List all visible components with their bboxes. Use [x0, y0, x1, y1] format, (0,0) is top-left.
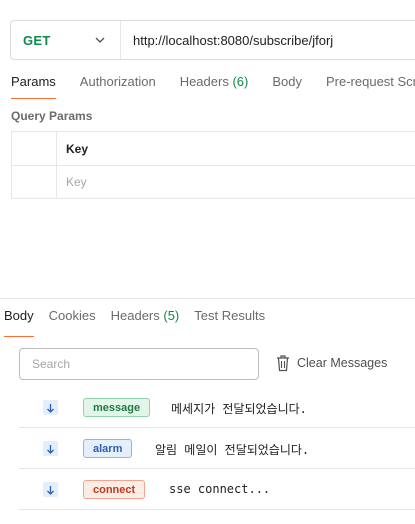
headers-count: (6)	[232, 74, 249, 89]
tab-response-headers[interactable]: Headers (5)	[111, 308, 180, 329]
key-column-header: Key	[66, 141, 89, 156]
tab-label: Test Results	[194, 308, 266, 323]
list-item[interactable]: alarm 알림 메일이 전달되었습니다.	[19, 428, 415, 469]
event-badge-connect: connect	[83, 480, 146, 499]
message-list: message 메세지가 전달되었습니다. alarm 알림 메일이 전달되었습…	[19, 387, 415, 510]
tab-body[interactable]: Body	[272, 74, 302, 95]
tab-cookies[interactable]: Cookies	[49, 308, 96, 329]
clear-messages-button[interactable]: Clear Messages	[276, 354, 387, 372]
tab-headers[interactable]: Headers (6)	[180, 74, 249, 95]
tab-label: Authorization	[79, 74, 156, 89]
tab-label: Params	[11, 74, 56, 89]
url-input[interactable]: http://localhost:8080/subscribe/jforj	[121, 33, 333, 48]
message-text: 알림 메일이 전달되었습니다.	[155, 443, 310, 457]
clear-messages-label: Clear Messages	[297, 356, 388, 370]
trash-icon	[276, 354, 290, 372]
list-item[interactable]: message 메세지가 전달되었습니다.	[19, 387, 415, 428]
response-tabs: Body Cookies Headers (5) Test Results	[4, 308, 280, 337]
event-badge-alarm: alarm	[83, 439, 133, 458]
tab-label: Cookies	[48, 308, 96, 323]
method-label: GET	[23, 32, 51, 48]
tab-label: Body	[4, 308, 34, 323]
response-headers-count: (5)	[163, 308, 180, 323]
tab-label: Pre-request Scr	[325, 74, 415, 89]
tab-test-results[interactable]: Test Results	[194, 308, 265, 329]
tab-label: Headers	[110, 308, 160, 323]
arrow-down-icon	[43, 441, 58, 456]
event-badge-message: message	[83, 398, 151, 417]
tab-pre-request-script[interactable]: Pre-request Scr	[326, 74, 415, 95]
search-input[interactable]	[19, 348, 259, 380]
query-params-table: Key Key	[11, 131, 415, 199]
tab-label: Body	[272, 74, 302, 89]
request-url-bar: GET http://localhost:8080/subscribe/jfor…	[10, 20, 415, 60]
list-item[interactable]: connect sse connect...	[19, 469, 415, 510]
chevron-down-icon	[94, 34, 106, 46]
method-select[interactable]: GET	[11, 21, 121, 59]
key-input[interactable]: Key	[57, 166, 87, 198]
request-tabs: Params Authorization Headers (6) Body Pr…	[11, 74, 415, 99]
message-text: 메세지가 전달되었습니다.	[171, 402, 307, 416]
query-params-title: Query Params	[11, 109, 93, 123]
table-header-row: Key	[12, 132, 415, 165]
row-checkbox-cell[interactable]	[12, 166, 57, 198]
message-text: sse connect...	[169, 482, 271, 496]
tab-label: Headers	[179, 74, 229, 89]
tab-response-body[interactable]: Body	[4, 308, 34, 337]
checkbox-column-header	[12, 132, 57, 165]
tab-params[interactable]: Params	[11, 74, 56, 99]
pane-divider[interactable]	[0, 298, 415, 299]
arrow-down-icon	[43, 482, 58, 497]
arrow-down-icon	[43, 400, 58, 415]
tab-authorization[interactable]: Authorization	[80, 74, 156, 95]
table-row: Key	[12, 165, 415, 198]
